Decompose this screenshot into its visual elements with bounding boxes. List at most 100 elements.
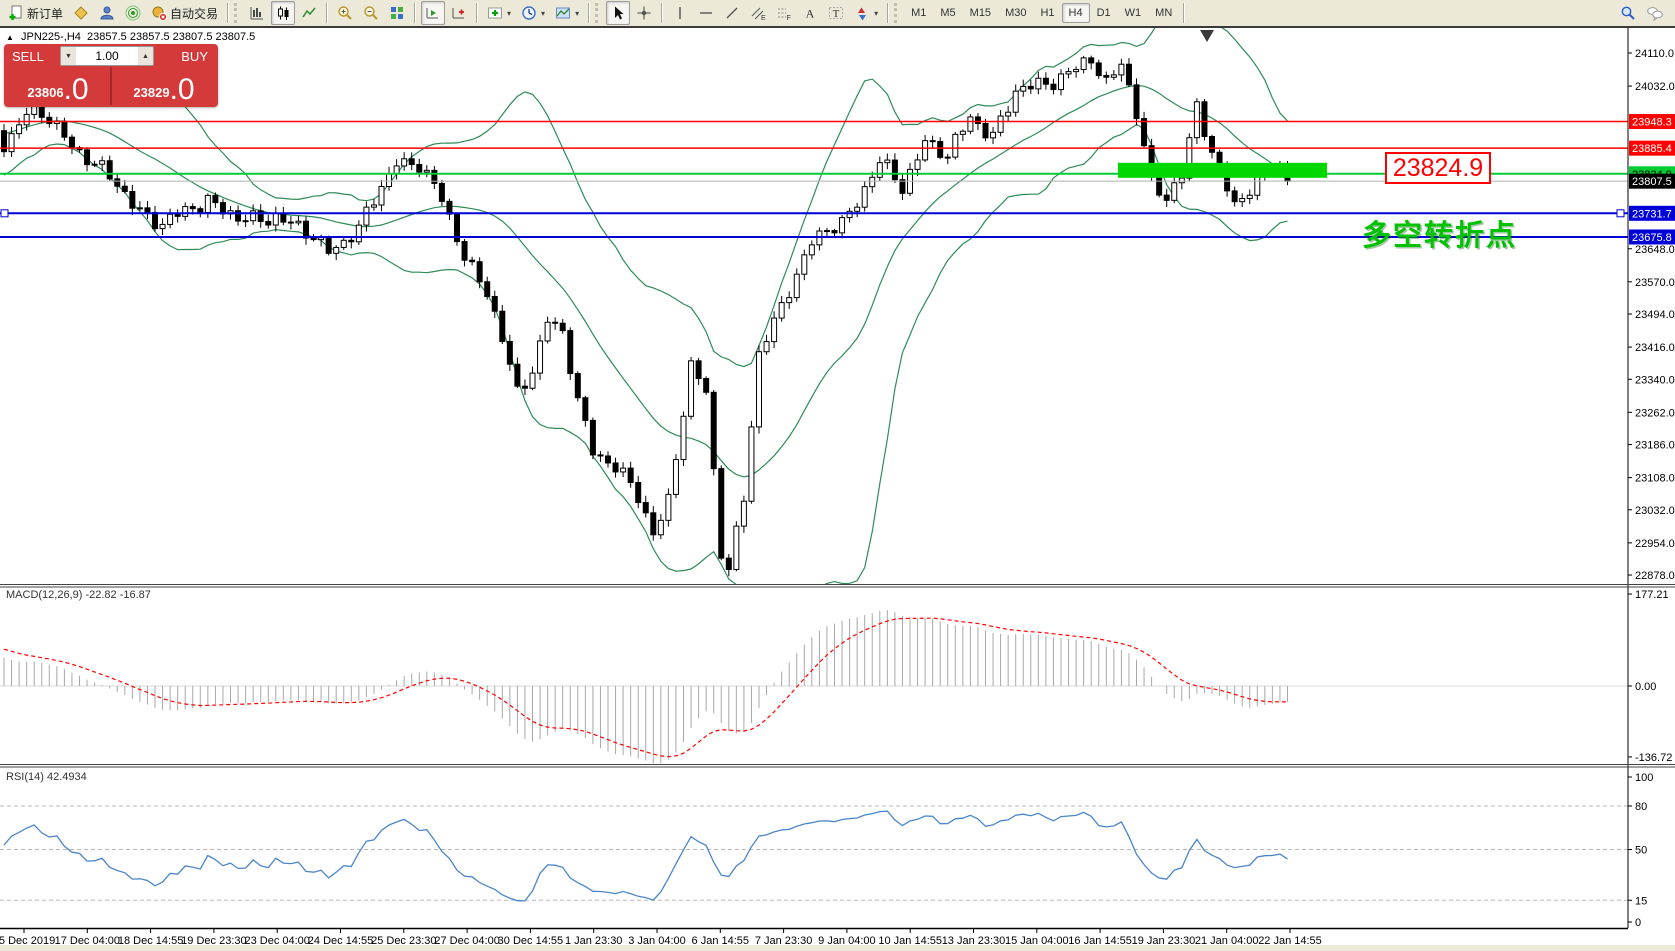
line-chart-mode-button[interactable] [297,1,321,25]
signals-button[interactable] [121,1,145,25]
timeframe-m1-button[interactable]: M1 [904,3,933,23]
bollinger-lower-line [4,125,1288,611]
autotrading-button[interactable]: 自动交易 [147,1,222,25]
volume-value[interactable]: 1.00 [76,47,138,65]
bar-chart-mode-button[interactable] [245,1,269,25]
rsi-tick-label: 0 [1635,917,1641,929]
horizontal-line-tool-button[interactable] [694,1,718,25]
timeframe-w1-button[interactable]: W1 [1118,3,1149,23]
timeframe-d1-button[interactable]: D1 [1090,3,1118,23]
new-order-button[interactable]: 新订单 [4,1,67,25]
svg-text:A: A [806,7,815,21]
highlight-rectangle[interactable] [1118,163,1327,178]
tile-windows-button[interactable] [385,1,409,25]
arrows-tool-button[interactable]: ▾ [850,1,882,25]
main-toolbar: 新订单 自动交易 [0,0,1675,28]
text-label-tool-button[interactable]: T [824,1,848,25]
tile-windows-icon [389,5,405,21]
timeframe-h4-button[interactable]: H4 [1062,3,1090,23]
buy-price-main: 23829 [133,83,169,103]
price-tick-label: 23032.0 [1635,505,1675,517]
price-tick-label: 23494.0 [1635,309,1675,321]
price-marker-label: 23807.5 [1632,176,1672,188]
toolbar-grip [234,3,241,23]
channel-tool-button[interactable]: E [746,1,770,25]
toolbar-separator [588,3,590,23]
volume-decrease-button[interactable]: ▼ [61,47,76,65]
horizontal-line-icon [698,5,714,21]
price-tick-label: 22878.0 [1635,570,1675,582]
chart-shift-button[interactable] [447,1,471,25]
rsi-tick-label: 80 [1635,801,1647,813]
zoom-in-icon [337,5,353,21]
chart-shift-marker[interactable] [1200,30,1214,42]
fibonacci-tool-button[interactable]: F [772,1,796,25]
crosshair-icon [636,5,652,21]
sell-price[interactable]: 23806.0 [6,67,112,105]
price-tick-label: 23340.0 [1635,374,1675,386]
bollinger-middle-line [4,86,1288,477]
rsi-tick-label: 15 [1635,895,1647,907]
toolbar-separator [661,3,663,23]
search-icon [1620,5,1636,21]
buy-button[interactable]: BUY [160,46,216,66]
buy-price[interactable]: 23829.0 [112,67,216,105]
vertical-line-icon [672,5,688,21]
bollinger-bands [4,28,1288,611]
timeframe-mn-button[interactable]: MN [1148,3,1179,23]
price-tick-label: 23648.0 [1635,244,1675,256]
timeframe-m30-button[interactable]: M30 [998,3,1033,23]
pivot-note-text[interactable]: 多空转折点 [1362,212,1517,254]
candle-chart-mode-button[interactable] [271,1,295,25]
chat-button[interactable] [1642,1,1668,25]
rsi-tick-label: 50 [1635,845,1647,857]
vertical-line-tool-button[interactable] [668,1,692,25]
dropdown-arrow-icon: ▾ [507,9,511,18]
price-annotation-box[interactable]: 23824.9 [1385,152,1491,184]
macd-histogram [4,610,1288,763]
search-button[interactable] [1616,1,1640,25]
one-click-trading-panel: SELL ▼ 1.00 ▲ BUY 23806.0 23829.0 [4,44,218,107]
dropdown-arrow-icon: ▾ [874,9,878,18]
macd-indicator-label: MACD(12,26,9) -22.82 -16.87 [6,589,151,601]
trading-terminal-window: 新订单 自动交易 [0,0,1675,951]
bar-chart-icon [249,5,265,21]
macd-tick-label: 0.00 [1635,681,1656,693]
volume-stepper: ▼ 1.00 ▲ [60,46,154,66]
candles-layer [2,56,1291,577]
price-marker-label: 23675.8 [1632,232,1672,244]
cursor-tool-button[interactable] [606,1,630,25]
indicators-button[interactable]: ▾ [483,1,515,25]
svg-text:E: E [761,15,766,21]
collapse-panel-icon[interactable]: ▲ [6,33,14,42]
price-tick-label: 23108.0 [1635,473,1675,485]
toolbar-separator [326,3,328,23]
rsi-levels [0,806,1628,900]
price-tick-label: 24032.0 [1635,81,1675,93]
market-watch-button[interactable] [69,1,93,25]
auto-scroll-button[interactable] [421,1,445,25]
sell-price-fraction: .0 [64,77,89,103]
toolbar-separator [227,3,229,23]
timeframe-h1-button[interactable]: H1 [1033,3,1061,23]
timeframe-m5-button[interactable]: M5 [933,3,962,23]
periods-button[interactable]: ▾ [517,1,549,25]
price-tick-label: 23570.0 [1635,277,1675,289]
autotrading-label: 自动交易 [170,5,218,22]
sell-price-main: 23806 [27,83,63,103]
crosshair-tool-button[interactable] [632,1,656,25]
dropdown-arrow-icon: ▾ [541,9,545,18]
trendline-tool-button[interactable] [720,1,744,25]
price-axis[interactable]: 24110.024032.023648.023570.023494.023416… [1628,48,1675,582]
text-tool-button[interactable]: A [798,1,822,25]
data-window-button[interactable] [95,1,119,25]
signal-icon [125,5,141,21]
svg-text:T: T [833,8,840,20]
zoom-out-button[interactable] [359,1,383,25]
sell-button[interactable]: SELL [6,46,60,66]
templates-button[interactable]: ▾ [551,1,583,25]
toolbar-grip [894,3,901,23]
volume-increase-button[interactable]: ▲ [138,47,153,65]
zoom-in-button[interactable] [333,1,357,25]
timeframe-m15-button[interactable]: M15 [963,3,998,23]
